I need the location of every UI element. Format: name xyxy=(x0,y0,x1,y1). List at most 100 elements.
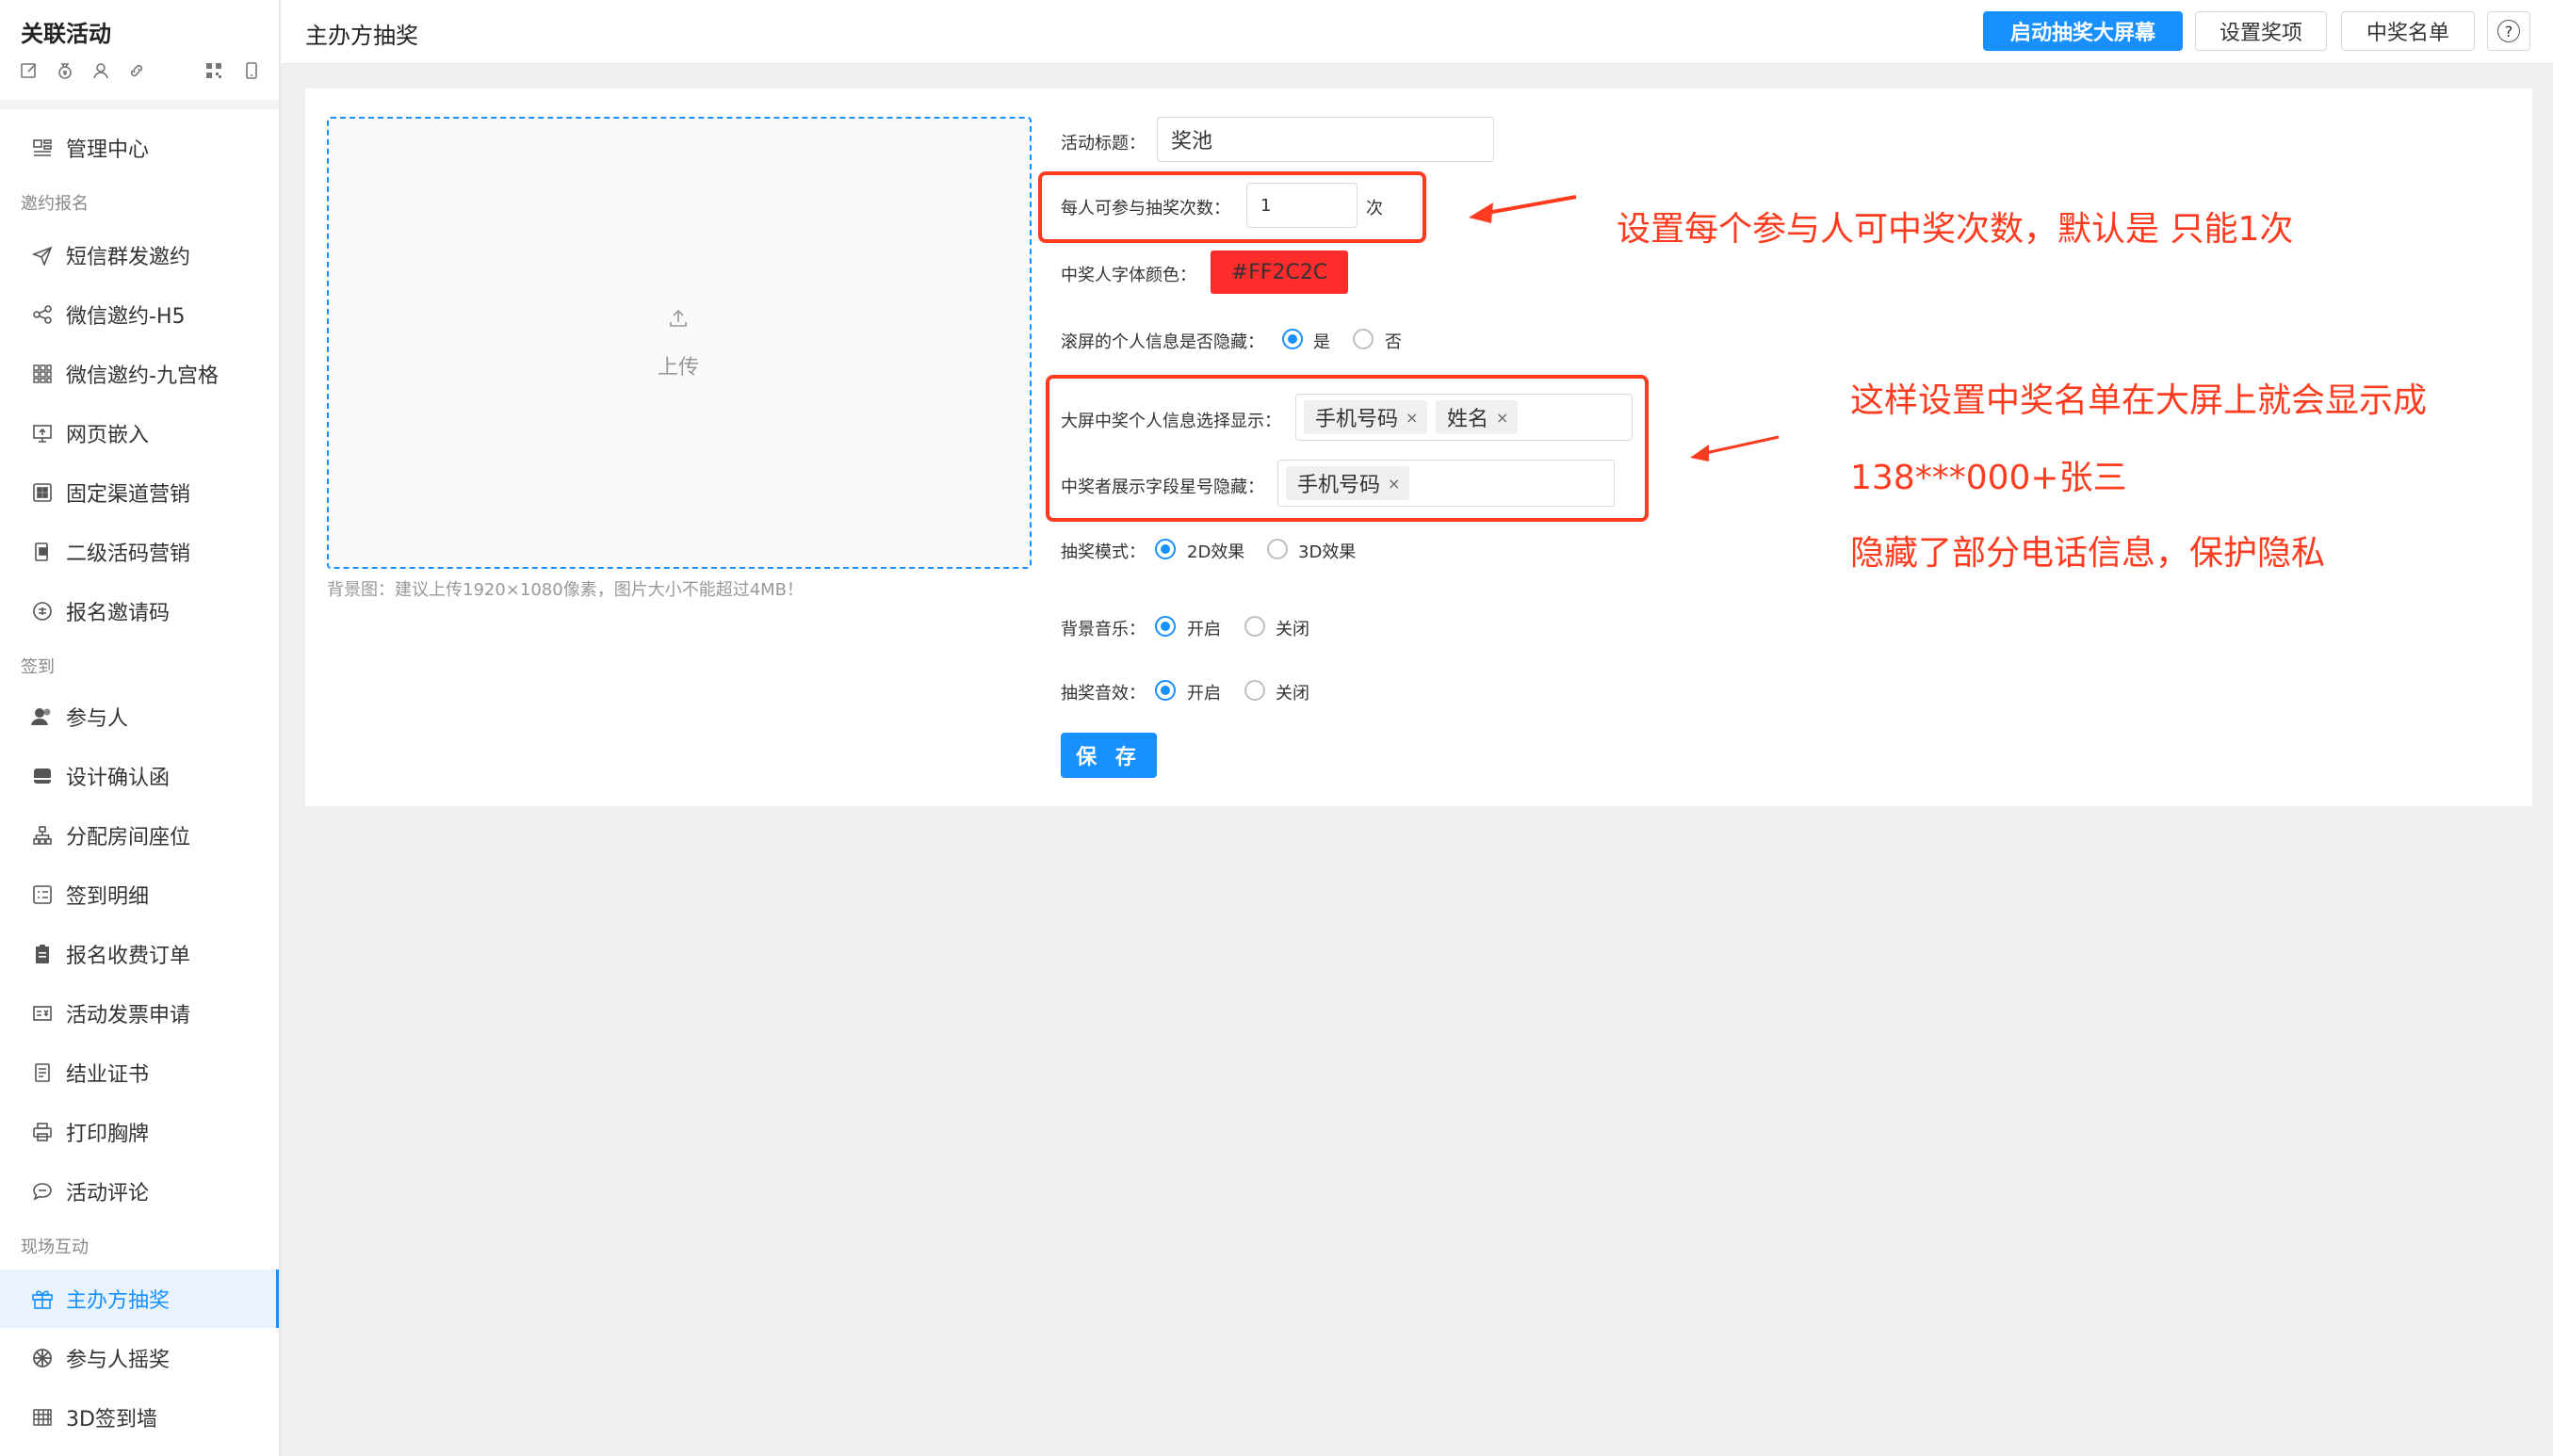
annotation-arrow-2 xyxy=(1690,435,1780,461)
sfx-on-radio[interactable] xyxy=(1155,680,1176,701)
letter-icon xyxy=(30,764,55,788)
annotation-note-display-3: 隐藏了部分电话信息，保护隐私 xyxy=(1850,534,2326,573)
set-prizes-button[interactable]: 设置奖项 xyxy=(2195,11,2327,51)
music-off-radio[interactable] xyxy=(1244,616,1265,637)
sidebar-item-participant-lottery[interactable]: 参与人摇奖 xyxy=(0,1329,279,1387)
upload-hint: 背景图：建议上传1920×1080像素，图片大小不能超过4MB！ xyxy=(327,580,805,600)
sidebar-item-3d-wall[interactable]: 3D签到墙 xyxy=(0,1388,279,1447)
font-color-picker[interactable]: #FF2C2C xyxy=(1211,251,1348,294)
order-icon xyxy=(30,942,55,966)
sidebar-item-confirmation-letter[interactable]: 设计确认函 xyxy=(0,747,279,805)
seat-icon xyxy=(30,823,55,848)
save-button[interactable]: 保 存 xyxy=(1061,733,1157,778)
printer-icon xyxy=(30,1120,55,1144)
sidebar: 关联活动 管理中心 邀约报名 短信群发邀约 微信邀约-H5 微信邀约-九宫格 网… xyxy=(0,0,281,1456)
sidebar-item-invite-code[interactable]: 报名邀请码 xyxy=(0,582,279,640)
embed-icon xyxy=(30,421,55,445)
channel-icon xyxy=(30,480,55,505)
sidebar-item-label: 打印胸牌 xyxy=(66,1123,150,1146)
sidebar-item-label: 结业证书 xyxy=(66,1063,150,1087)
upload-label: 上传 xyxy=(658,356,700,380)
annotation-box-times xyxy=(1038,171,1426,243)
sidebar-item-management-center[interactable]: 管理中心 xyxy=(0,119,279,177)
music-on-label: 开启 xyxy=(1187,620,1221,639)
sidebar-item-checkin-detail[interactable]: 签到明细 xyxy=(0,866,279,924)
sidebar-item-room-seat[interactable]: 分配房间座位 xyxy=(0,806,279,865)
sidebar-item-label: 签到明细 xyxy=(66,885,150,909)
page-title: 主办方抽奖 xyxy=(305,23,418,49)
sidebar-item-label: 活动发票申请 xyxy=(66,1004,191,1027)
sidebar-group-invite: 邀约报名 xyxy=(21,194,89,214)
sidebar-item-print-badge[interactable]: 打印胸牌 xyxy=(0,1103,279,1161)
background-upload-area[interactable] xyxy=(327,117,1032,569)
gift-icon xyxy=(30,1286,55,1311)
sidebar-group-onsite: 现场互动 xyxy=(21,1238,89,1257)
toolbar-icons xyxy=(19,60,162,81)
sidebar-item-invoice[interactable]: 活动发票申请 xyxy=(0,984,279,1043)
sidebar-item-secondary-qrcode[interactable]: 二级活码营销 xyxy=(0,523,279,581)
sidebar-item-comments[interactable]: 活动评论 xyxy=(0,1162,279,1221)
hide-info-yes-label: 是 xyxy=(1313,332,1330,352)
sidebar-item-sms-invite[interactable]: 短信群发邀约 xyxy=(0,226,279,284)
sfx-off-radio[interactable] xyxy=(1244,680,1265,701)
sidebar-item-participants[interactable]: 参与人 xyxy=(0,688,279,746)
sfx-on-label: 开启 xyxy=(1187,684,1221,704)
link-icon[interactable] xyxy=(126,60,147,81)
annotation-note-display-2: 138***000+张三 xyxy=(1850,459,2127,497)
certificate-icon xyxy=(30,1060,55,1085)
edit-icon[interactable] xyxy=(19,60,40,81)
sidebar-item-wechat-h5[interactable]: 微信邀约-H5 xyxy=(0,285,279,344)
mobile-icon[interactable] xyxy=(241,60,262,81)
sidebar-item-label: 报名收费订单 xyxy=(66,945,191,968)
help-button[interactable]: ? xyxy=(2487,11,2530,51)
toolbar-icons-right xyxy=(203,60,279,81)
hide-info-label: 滚屏的个人信息是否隐藏： xyxy=(1061,332,1264,352)
font-color-label: 中奖人字体颜色： xyxy=(1061,266,1196,285)
grid-icon xyxy=(30,362,55,386)
share-icon xyxy=(30,302,55,327)
checkin-list-icon xyxy=(30,882,55,907)
wheel-icon xyxy=(30,1346,55,1370)
sidebar-item-label: 参与人摇奖 xyxy=(66,1349,171,1372)
sidebar-item-label: 报名邀请码 xyxy=(66,602,171,625)
mode-label: 抽奖模式： xyxy=(1061,542,1146,562)
sfx-label: 抽奖音效： xyxy=(1061,684,1146,704)
annotation-box-fields xyxy=(1046,375,1649,522)
sidebar-group-checkin: 签到 xyxy=(21,657,55,677)
money-bag-icon[interactable] xyxy=(55,60,75,81)
mode-2d-label: 2D效果 xyxy=(1187,542,1245,562)
hide-info-no-radio[interactable] xyxy=(1353,329,1374,349)
title-label: 活动标题： xyxy=(1061,134,1146,154)
dashboard-icon xyxy=(30,136,55,160)
sidebar-item-label: 参与人 xyxy=(66,707,129,731)
hide-info-yes-radio[interactable] xyxy=(1282,329,1303,349)
winners-list-button[interactable]: 中奖名单 xyxy=(2341,11,2475,51)
sidebar-item-label: 设计确认函 xyxy=(66,767,171,790)
sidebar-item-label: 3D签到墙 xyxy=(66,1408,157,1432)
sidebar-item-label: 二级活码营销 xyxy=(66,542,191,566)
sidebar-divider xyxy=(0,100,279,109)
sidebar-item-label: 短信群发邀约 xyxy=(66,246,191,269)
sfx-off-label: 关闭 xyxy=(1276,684,1309,704)
sidebar-item-web-embed[interactable]: 网页嵌入 xyxy=(0,404,279,462)
app-title: 关联活动 xyxy=(21,21,111,47)
music-label: 背景音乐： xyxy=(1061,620,1146,639)
invite-code-icon xyxy=(30,599,55,623)
sidebar-item-fixed-channel[interactable]: 固定渠道营销 xyxy=(0,463,279,522)
music-on-radio[interactable] xyxy=(1155,616,1176,637)
user-icon[interactable] xyxy=(90,60,111,81)
annotation-note-times: 设置每个参与人可中奖次数，默认是 只能1次 xyxy=(1617,210,2294,249)
hide-info-no-label: 否 xyxy=(1385,332,1402,352)
annotation-note-display-1: 这样设置中奖名单在大屏上就会显示成 xyxy=(1850,381,2428,420)
mode-3d-radio[interactable] xyxy=(1267,539,1288,559)
start-big-screen-button[interactable]: 启动抽奖大屏幕 xyxy=(1983,11,2183,51)
mode-2d-radio[interactable] xyxy=(1155,539,1176,559)
title-input[interactable]: 奖池 xyxy=(1157,117,1494,162)
sidebar-item-host-lottery[interactable]: 主办方抽奖 xyxy=(0,1270,279,1328)
annotation-arrow-1 xyxy=(1469,195,1577,223)
sidebar-item-certificate[interactable]: 结业证书 xyxy=(0,1043,279,1102)
sidebar-item-fee-order[interactable]: 报名收费订单 xyxy=(0,925,279,983)
wall-icon xyxy=(30,1405,55,1430)
qrcode-icon[interactable] xyxy=(203,60,224,81)
sidebar-item-wechat-grid[interactable]: 微信邀约-九宫格 xyxy=(0,345,279,403)
